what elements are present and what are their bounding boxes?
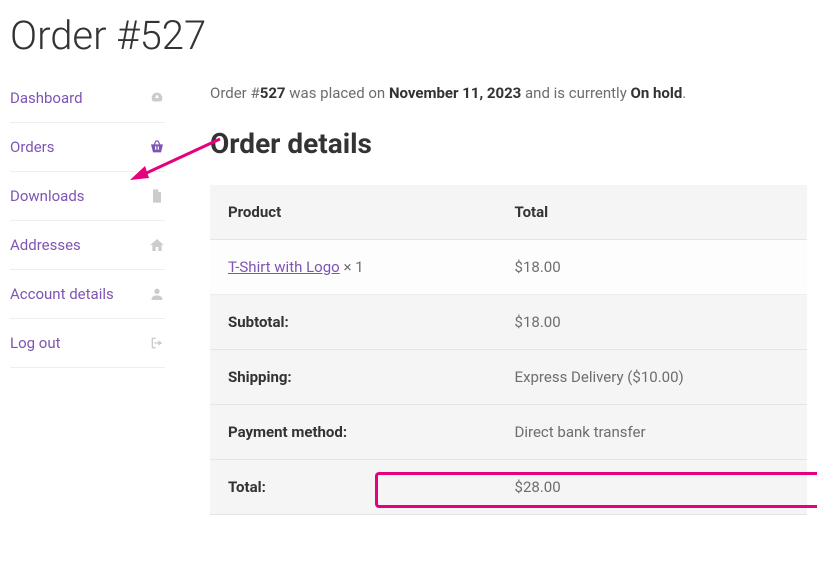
table-header-total: Total	[497, 185, 807, 240]
product-link[interactable]: T-Shirt with Logo	[228, 258, 340, 276]
table-header-product: Product	[210, 185, 497, 240]
account-sidebar: Dashboard Orders Downloads Addresses Acc…	[10, 84, 165, 515]
order-details-heading: Order details	[210, 127, 807, 160]
row-label: Payment method:	[210, 405, 497, 460]
shipping-row: Shipping: Express Delivery ($10.00)	[210, 350, 807, 405]
sidebar-item-addresses[interactable]: Addresses	[10, 221, 165, 270]
page-title: Order #527	[0, 0, 817, 84]
dashboard-icon	[149, 90, 165, 106]
sidebar-item-label: Account details	[10, 285, 114, 303]
table-row: T-Shirt with Logo × 1 $18.00	[210, 240, 807, 295]
row-label: Subtotal:	[210, 295, 497, 350]
main-content: Order #527 was placed on November 11, 20…	[165, 84, 807, 515]
row-label: Total:	[210, 460, 497, 515]
sidebar-item-label: Log out	[10, 334, 61, 352]
row-value: $28.00	[497, 460, 807, 515]
sidebar-item-dashboard[interactable]: Dashboard	[10, 84, 165, 123]
order-details-table: Product Total T-Shirt with Logo × 1 $18.…	[210, 185, 807, 515]
order-state: On hold	[631, 84, 683, 102]
product-price: $18.00	[497, 240, 807, 295]
product-qty: × 1	[340, 258, 364, 276]
order-date: November 11, 2023	[389, 84, 521, 102]
sidebar-item-label: Orders	[10, 138, 55, 156]
payment-method-row: Payment method: Direct bank transfer	[210, 405, 807, 460]
sidebar-item-account-details[interactable]: Account details	[10, 270, 165, 319]
order-status-line: Order #527 was placed on November 11, 20…	[210, 84, 807, 102]
order-number: 527	[260, 84, 286, 102]
file-icon	[149, 188, 165, 204]
sidebar-item-label: Addresses	[10, 236, 81, 254]
product-cell: T-Shirt with Logo × 1	[210, 240, 497, 295]
basket-icon	[149, 139, 165, 155]
row-value: Express Delivery ($10.00)	[497, 350, 807, 405]
logout-icon	[149, 335, 165, 351]
row-value: Direct bank transfer	[497, 405, 807, 460]
row-value: $18.00	[497, 295, 807, 350]
row-label: Shipping:	[210, 350, 497, 405]
user-icon	[149, 286, 165, 302]
home-icon	[149, 237, 165, 253]
sidebar-item-label: Downloads	[10, 187, 85, 205]
sidebar-item-logout[interactable]: Log out	[10, 319, 165, 368]
total-row: Total: $28.00	[210, 460, 807, 515]
subtotal-row: Subtotal: $18.00	[210, 295, 807, 350]
sidebar-item-label: Dashboard	[10, 89, 83, 107]
sidebar-item-downloads[interactable]: Downloads	[10, 172, 165, 221]
sidebar-item-orders[interactable]: Orders	[10, 123, 165, 172]
